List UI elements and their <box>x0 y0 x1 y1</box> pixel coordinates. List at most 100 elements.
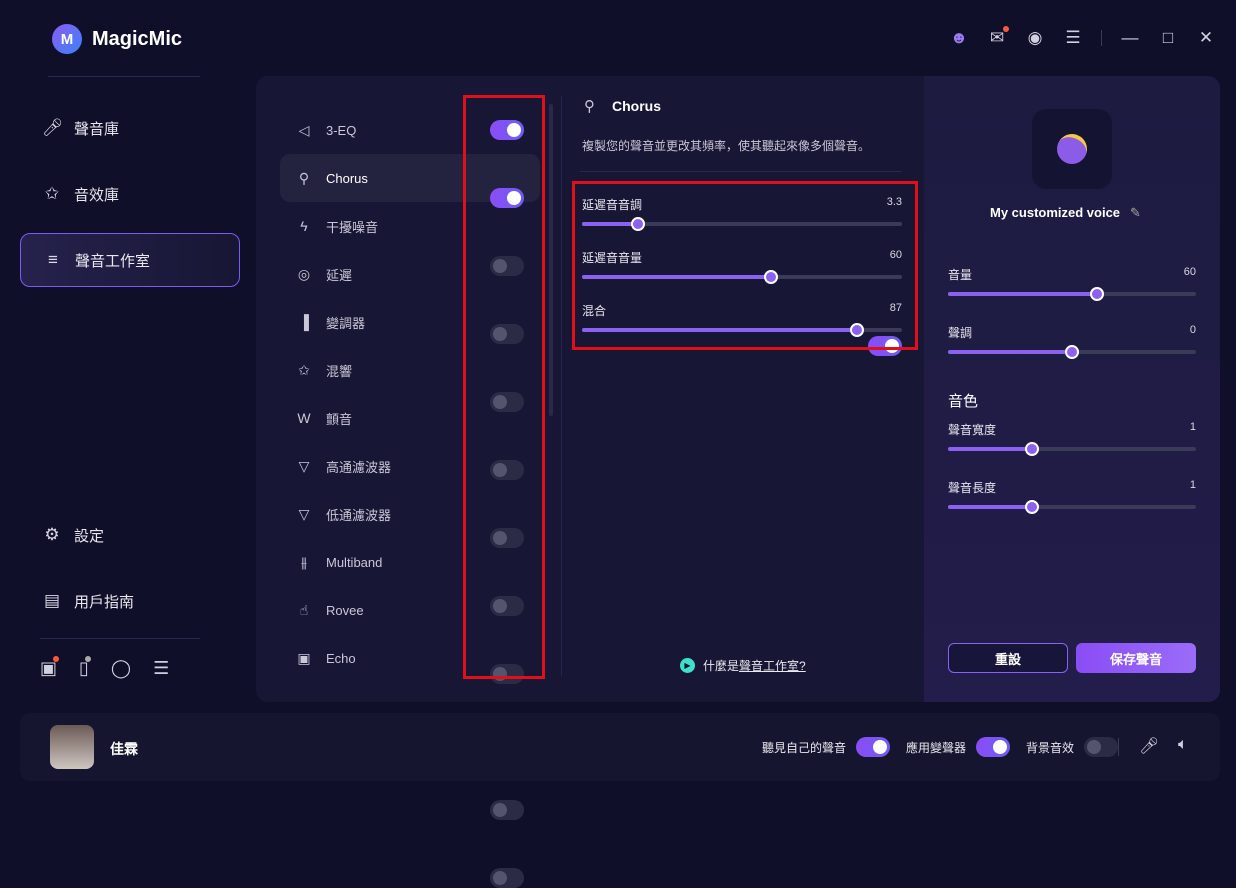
toolbox-icon[interactable]: ▣ <box>40 656 60 679</box>
slider-fill <box>948 505 1033 509</box>
slider[interactable] <box>948 500 1196 514</box>
slider-thumb[interactable] <box>1089 287 1104 301</box>
microphone-icon <box>1052 129 1092 169</box>
spiral-icon: ◎ <box>297 265 311 282</box>
menu-icon[interactable]: ☰ <box>1063 28 1083 48</box>
divider <box>40 638 200 639</box>
divider <box>561 96 562 676</box>
slider-value: 60 <box>1183 266 1196 278</box>
tool-icons: ▣ ▯ ◯ ☰ <box>40 656 169 679</box>
discord-icon[interactable]: ◉ <box>1025 28 1045 48</box>
sidebar-item-user-guide[interactable]: ▤ 用戶指南 <box>20 574 240 628</box>
nav-label: 用戶指南 <box>74 593 135 611</box>
maximize-icon[interactable]: □ <box>1158 28 1178 48</box>
reset-button[interactable]: 重設 <box>948 643 1068 673</box>
mail-icon[interactable]: ✉ <box>987 26 1009 48</box>
footer-toggle[interactable] <box>1084 737 1119 757</box>
effect-label: 變調器 <box>326 315 366 331</box>
mic-icon: ⚲ <box>298 169 310 186</box>
speaker-box-icon: ▣ <box>297 649 311 666</box>
footer-toggle-label: 聽見自己的聲音 <box>762 740 847 755</box>
lowpass-icon: ▽ <box>298 505 310 522</box>
voice-avatar <box>1032 109 1112 189</box>
help-text: 什麼是 <box>703 659 740 673</box>
footer-toggle[interactable] <box>856 737 891 757</box>
footer-toggle-label: 背景音效 <box>1026 740 1075 755</box>
nav-label: 設定 <box>74 527 105 545</box>
slider[interactable] <box>948 345 1196 359</box>
footer-toggle[interactable] <box>976 737 1011 757</box>
effect-label: Multiband <box>326 554 383 570</box>
divider <box>580 171 902 172</box>
help-link-text[interactable]: 聲音工作室? <box>739 659 806 673</box>
noise-icon: ϟ <box>300 218 308 234</box>
effect-title: Chorus <box>612 98 661 114</box>
wave-icon: W <box>297 410 311 426</box>
magic-wand-icon: ✩ <box>298 361 310 378</box>
effect-toggle[interactable] <box>490 868 524 888</box>
effect-label: 高通濾波器 <box>326 459 392 475</box>
sidebar-item-sound-effects[interactable]: ✩ 音效庫 <box>20 167 240 221</box>
bars-icon: ▐ <box>299 314 309 330</box>
effect-label: 顫音 <box>326 411 353 427</box>
slider-fill <box>948 350 1072 354</box>
slider-label: 聲音長度 <box>948 481 997 495</box>
phone-icon[interactable]: ▯ <box>79 656 91 679</box>
effect-description: 複製您的聲音並更改其頻率，使其聽起來像多個聲音。 <box>582 139 871 153</box>
book-icon: ▤ <box>43 591 61 610</box>
effect-toggle[interactable] <box>490 800 524 820</box>
play-icon: ▶ <box>680 658 695 673</box>
slider-label: 聲音寬度 <box>948 423 997 437</box>
effect-label: Chorus <box>326 170 368 186</box>
save-voice-button[interactable]: 保存聲音 <box>1076 643 1196 673</box>
slider-label: 音量 <box>948 268 973 282</box>
effect-label: Echo <box>326 650 356 666</box>
hand-icon: ☝ <box>299 601 309 618</box>
effect-label: 低通濾波器 <box>326 507 392 523</box>
app-logo: M MagicMic <box>52 24 182 54</box>
mic-icon: ⚲ <box>584 98 595 115</box>
help-link[interactable]: ▶ 什麼是聲音工作室? <box>680 657 806 674</box>
sidebar-item-voice-studio[interactable]: ≡ 聲音工作室 <box>20 233 240 287</box>
effects-scrollbar[interactable] <box>549 104 553 416</box>
slider[interactable] <box>948 442 1196 456</box>
sliders-icon: ⫵ <box>300 553 308 570</box>
highlight-box <box>463 95 545 679</box>
voice-name: My customized voice ✎ <box>990 205 1141 221</box>
edit-icon[interactable]: ✎ <box>1130 205 1141 221</box>
effect-label: 延遲 <box>326 267 353 283</box>
nav-label: 音效庫 <box>74 186 120 204</box>
footer-toggle-label: 應用變聲器 <box>906 740 967 755</box>
chat-icon[interactable]: ◯ <box>111 658 131 679</box>
speaker-icon: ◁ <box>298 121 310 138</box>
filter-icon[interactable]: ☰ <box>153 658 169 679</box>
effect-label: Rovee <box>326 602 364 618</box>
gear-icon: ⚙ <box>44 525 60 544</box>
effect-label: 3-EQ <box>326 122 357 138</box>
user-avatar[interactable] <box>50 725 94 769</box>
speaker-icon[interactable]: 🔈︎ <box>1178 736 1188 754</box>
divider <box>1118 738 1119 756</box>
minimize-icon[interactable]: — <box>1120 28 1140 48</box>
microphone-icon[interactable]: 🎤︎ <box>1139 736 1159 756</box>
voice-name-text: My customized voice <box>990 205 1121 220</box>
magicmic-logo-icon: M <box>52 24 82 54</box>
user-icon[interactable]: ☻ <box>949 28 969 48</box>
mic-icon: 🎤︎ <box>42 118 64 137</box>
slider-value: 1 <box>1189 479 1196 491</box>
sliders-icon: ≡ <box>48 250 58 269</box>
close-icon[interactable]: ✕ <box>1196 28 1216 48</box>
divider <box>48 76 200 77</box>
window-controls: ☻ ✉ ◉ ☰ — □ ✕ <box>949 26 1216 48</box>
sidebar-item-voice-library[interactable]: 🎤︎ 聲音庫 <box>20 101 240 155</box>
slider-thumb[interactable] <box>1065 345 1079 359</box>
sidebar-item-settings[interactable]: ⚙ 設定 <box>20 508 240 562</box>
timbre-title: 音色 <box>948 393 979 410</box>
slider-fill <box>948 447 1033 451</box>
nav-label: 聲音庫 <box>74 120 120 138</box>
slider-value: 0 <box>1189 324 1196 336</box>
slider[interactable] <box>948 287 1196 301</box>
user-name: 佳霖 <box>110 741 138 757</box>
nav-label: 聲音工作室 <box>75 252 151 270</box>
app-title: MagicMic <box>92 27 183 50</box>
